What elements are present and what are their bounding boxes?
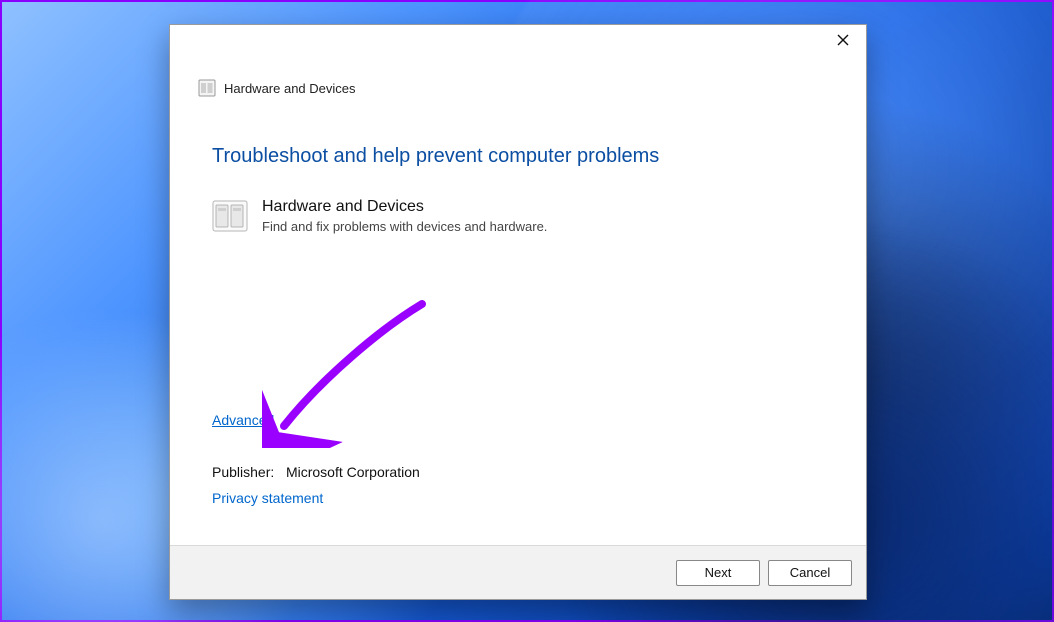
privacy-statement-link[interactable]: Privacy statement bbox=[212, 490, 323, 506]
page-heading: Troubleshoot and help prevent computer p… bbox=[212, 145, 824, 168]
publisher-row: Publisher: Microsoft Corporation bbox=[212, 464, 824, 480]
dialog-content: Troubleshoot and help prevent computer p… bbox=[170, 97, 866, 545]
troubleshooter-item: Hardware and Devices Find and fix proble… bbox=[212, 198, 824, 234]
dialog-footer: Next Cancel bbox=[170, 545, 866, 599]
troubleshooter-dialog: Hardware and Devices Troubleshoot and he… bbox=[169, 24, 867, 600]
next-button[interactable]: Next bbox=[676, 560, 760, 586]
dialog-header: Hardware and Devices bbox=[170, 59, 866, 97]
publisher-label: Publisher: bbox=[212, 464, 274, 480]
close-icon bbox=[837, 34, 849, 46]
troubleshooter-description: Find and fix problems with devices and h… bbox=[262, 219, 547, 234]
troubleshooter-icon bbox=[198, 79, 216, 97]
advanced-link[interactable]: Advanced bbox=[212, 412, 274, 428]
dialog-title: Hardware and Devices bbox=[224, 81, 356, 96]
close-button[interactable] bbox=[820, 25, 866, 55]
hardware-devices-icon bbox=[212, 198, 248, 234]
cancel-button[interactable]: Cancel bbox=[768, 560, 852, 586]
troubleshooter-title: Hardware and Devices bbox=[262, 198, 547, 216]
titlebar bbox=[170, 25, 866, 59]
publisher-value: Microsoft Corporation bbox=[286, 464, 420, 480]
